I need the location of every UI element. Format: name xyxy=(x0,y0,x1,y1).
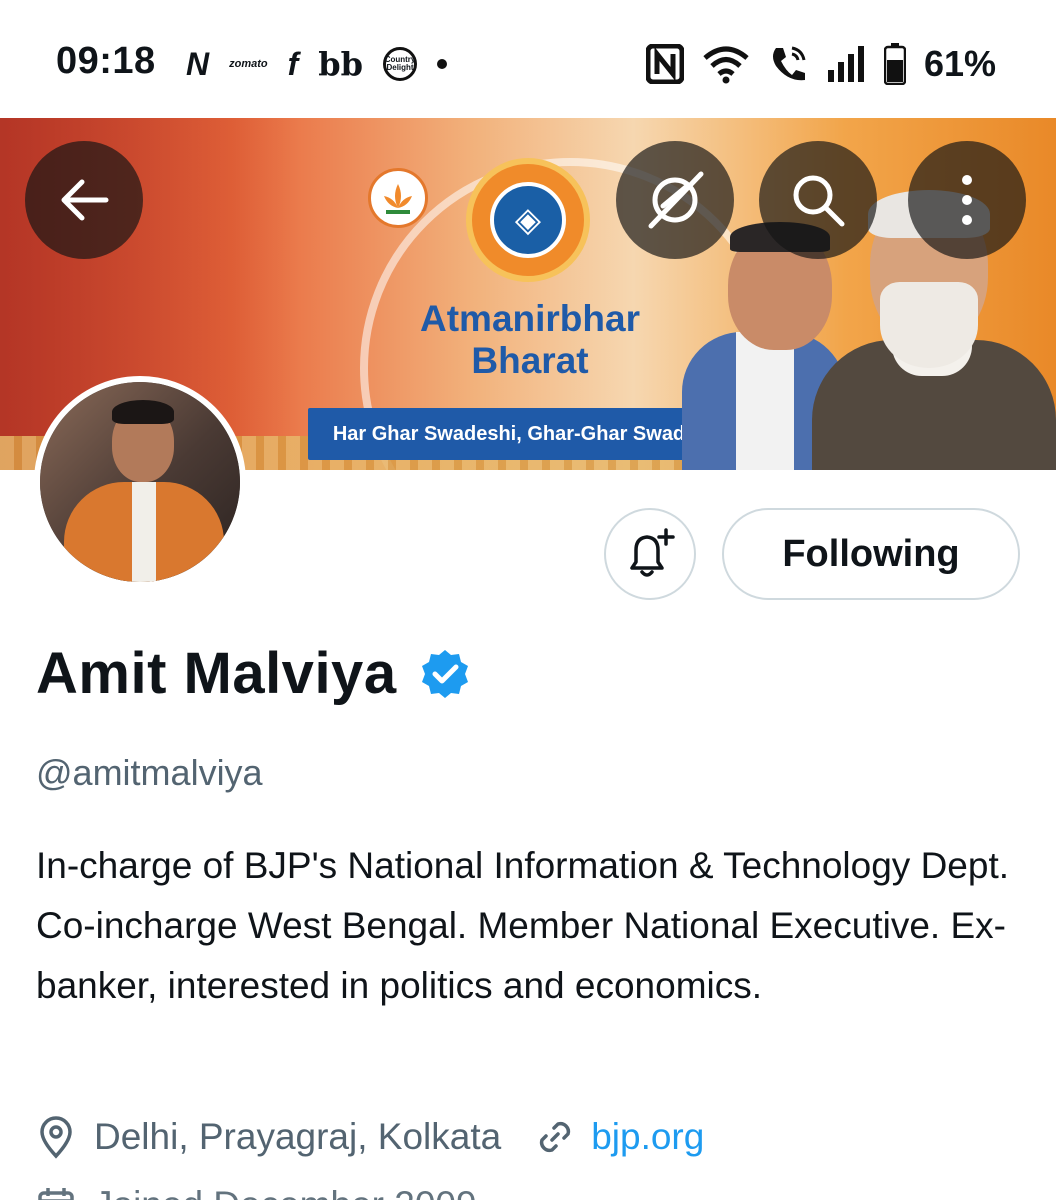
more-options-button[interactable] xyxy=(908,141,1026,259)
grok-icon xyxy=(648,171,704,229)
profile-name-row: Amit Malviya xyxy=(36,640,471,707)
banner-title-line1: Atmanirbhar xyxy=(420,298,640,339)
location-pin-icon xyxy=(40,1116,72,1159)
verified-badge-icon[interactable] xyxy=(419,648,471,700)
avatar-hair xyxy=(112,400,174,424)
avatar-shirt xyxy=(132,482,156,582)
profile-joined-date: Joined December 2009 xyxy=(94,1184,477,1200)
battery-icon xyxy=(883,43,906,85)
more-vertical-icon xyxy=(962,175,972,225)
banner-title: Atmanirbhar Bharat xyxy=(380,298,680,382)
calendar-icon xyxy=(38,1188,74,1200)
link-icon xyxy=(540,1121,571,1153)
search-icon xyxy=(793,175,845,227)
profile-website-link[interactable]: bjp.org xyxy=(591,1116,704,1158)
profile-name: Amit Malviya xyxy=(36,641,397,706)
back-arrow-icon xyxy=(61,179,109,221)
wifi-icon xyxy=(703,46,749,84)
netflix-n-icon: N xyxy=(186,46,210,82)
following-button[interactable]: Following xyxy=(722,508,1020,600)
banner-person-2-beard xyxy=(880,282,978,368)
bell-plus-icon xyxy=(630,528,675,577)
status-bar: 09:18 N zomato f bb Country Delight 61% xyxy=(0,0,1056,118)
battery-percent: 61% xyxy=(923,43,996,84)
zomato-icon: zomato xyxy=(229,58,268,70)
profile-bio: In-charge of BJP's National Information … xyxy=(36,845,1010,1006)
profile-meta-row: Delhi, Prayagraj, Kolkata bjp.org xyxy=(36,1112,704,1162)
signal-icon xyxy=(827,46,864,82)
country-delight-icon: Country Delight xyxy=(383,47,418,81)
profile-handle: @amitmalviya xyxy=(36,752,263,793)
banner-title-line2: Bharat xyxy=(471,340,589,381)
swadeshi-seal-logo: ◈ xyxy=(466,158,590,282)
profile-avatar[interactable] xyxy=(34,376,246,588)
notification-dot-icon xyxy=(437,59,448,69)
flipkart-icon: f xyxy=(287,46,299,82)
back-button[interactable] xyxy=(25,141,143,259)
notifications-button[interactable] xyxy=(604,508,696,600)
profile-joined-row: Joined December 2009 xyxy=(36,1180,477,1200)
search-button[interactable] xyxy=(759,141,877,259)
profile-location: Delhi, Prayagraj, Kolkata xyxy=(94,1116,502,1157)
banner-person-1-shirt xyxy=(736,332,794,470)
grok-button[interactable] xyxy=(616,141,734,259)
nfc-icon xyxy=(645,44,684,84)
bigbasket-icon: bb xyxy=(318,45,364,83)
wifi-call-icon xyxy=(772,46,806,81)
system-icons: 61% xyxy=(645,42,996,86)
status-time: 09:18 xyxy=(56,40,156,82)
notification-icons: N zomato f bb Country Delight xyxy=(186,44,448,84)
bjp-lotus-logo xyxy=(368,168,428,228)
